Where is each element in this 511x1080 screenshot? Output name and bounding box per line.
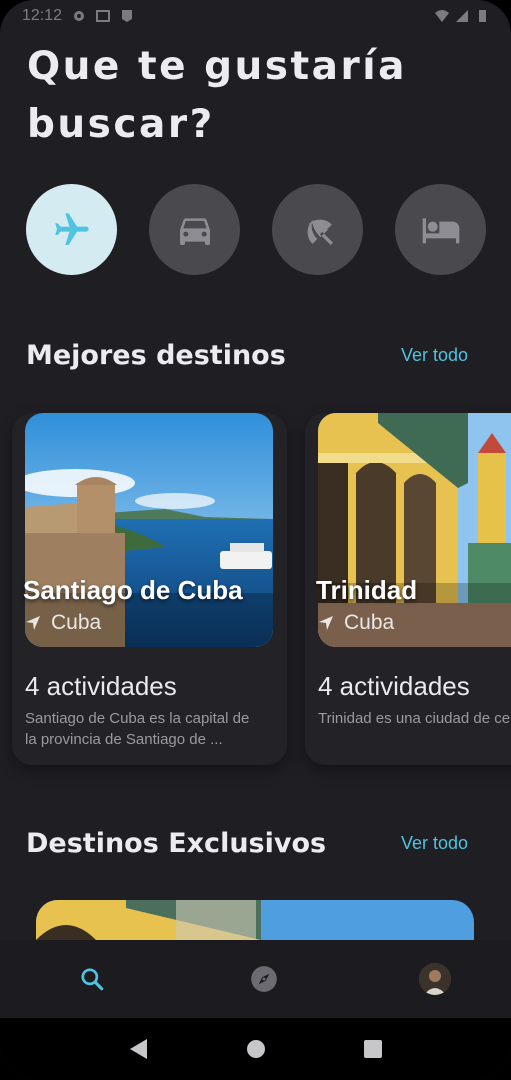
navigation-arrow-icon (319, 616, 333, 630)
nav-explore-button[interactable] (248, 963, 280, 995)
bed-icon (422, 217, 459, 243)
destination-location: Cuba (25, 611, 101, 635)
settings-status-icon (74, 11, 85, 21)
see-all-link[interactable]: Ver todo (401, 833, 468, 854)
nav-search-button[interactable] (76, 963, 108, 995)
category-hotels-button[interactable] (395, 184, 486, 275)
location-label: Cuba (51, 611, 102, 634)
airplane-icon (54, 212, 89, 245)
status-bar: 12:12 (0, 0, 511, 32)
destination-card[interactable]: Trinidad Cuba 4 actividades Trinidad es … (305, 413, 511, 765)
status-time: 12:12 (22, 7, 63, 24)
location-label: Cuba (344, 611, 395, 634)
destination-name: Trinidad (316, 575, 418, 605)
image-status-icon (96, 10, 111, 22)
section-title: Destinos Exclusivos (26, 828, 327, 859)
activities-count: 4 actividades (25, 671, 177, 701)
destination-name: Santiago de Cuba (23, 575, 243, 605)
best-destinations-header: Mejores destinos Ver todo (26, 340, 468, 371)
recents-icon[interactable] (363, 1039, 383, 1059)
app-screen: 12:12 Que te gustaría buscar? Mejores de… (0, 0, 511, 1080)
activities-count: 4 actividades (318, 671, 470, 701)
beach-umbrella-icon (307, 219, 333, 245)
system-navigation-bar (0, 1018, 511, 1080)
compass-icon (250, 966, 277, 992)
category-selector (26, 184, 486, 275)
category-flights-button[interactable] (26, 184, 117, 275)
battery-icon (479, 10, 486, 22)
search-icon (81, 968, 104, 991)
navigation-arrow-icon (26, 616, 40, 630)
car-icon (179, 217, 210, 245)
category-cars-button[interactable] (149, 184, 240, 275)
bottom-navigation (0, 940, 511, 1018)
destination-card[interactable]: Santiago de Cuba Cuba 4 actividades Sant… (12, 413, 287, 765)
category-beach-button[interactable] (272, 184, 363, 275)
back-icon[interactable] (129, 1038, 149, 1060)
destination-description: Trinidad es una ciudad de centro de Cuba… (318, 710, 511, 727)
destination-carousel: Santiago de Cuba Cuba 4 actividades Sant… (12, 413, 511, 765)
page-title: Que te gustaría buscar? (27, 44, 407, 147)
avatar (419, 963, 451, 995)
signal-icon (456, 10, 468, 22)
destination-description: Santiago de Cuba es la capital de la pro… (25, 710, 250, 748)
exclusive-destinations-header: Destinos Exclusivos Ver todo (26, 828, 468, 859)
shield-status-icon (122, 10, 133, 22)
see-all-link[interactable]: Ver todo (401, 345, 468, 366)
home-icon[interactable] (246, 1039, 266, 1059)
destination-location: Cuba (318, 611, 394, 635)
section-title: Mejores destinos (26, 340, 286, 371)
nav-profile-button[interactable] (419, 963, 451, 995)
wifi-icon (435, 10, 449, 22)
